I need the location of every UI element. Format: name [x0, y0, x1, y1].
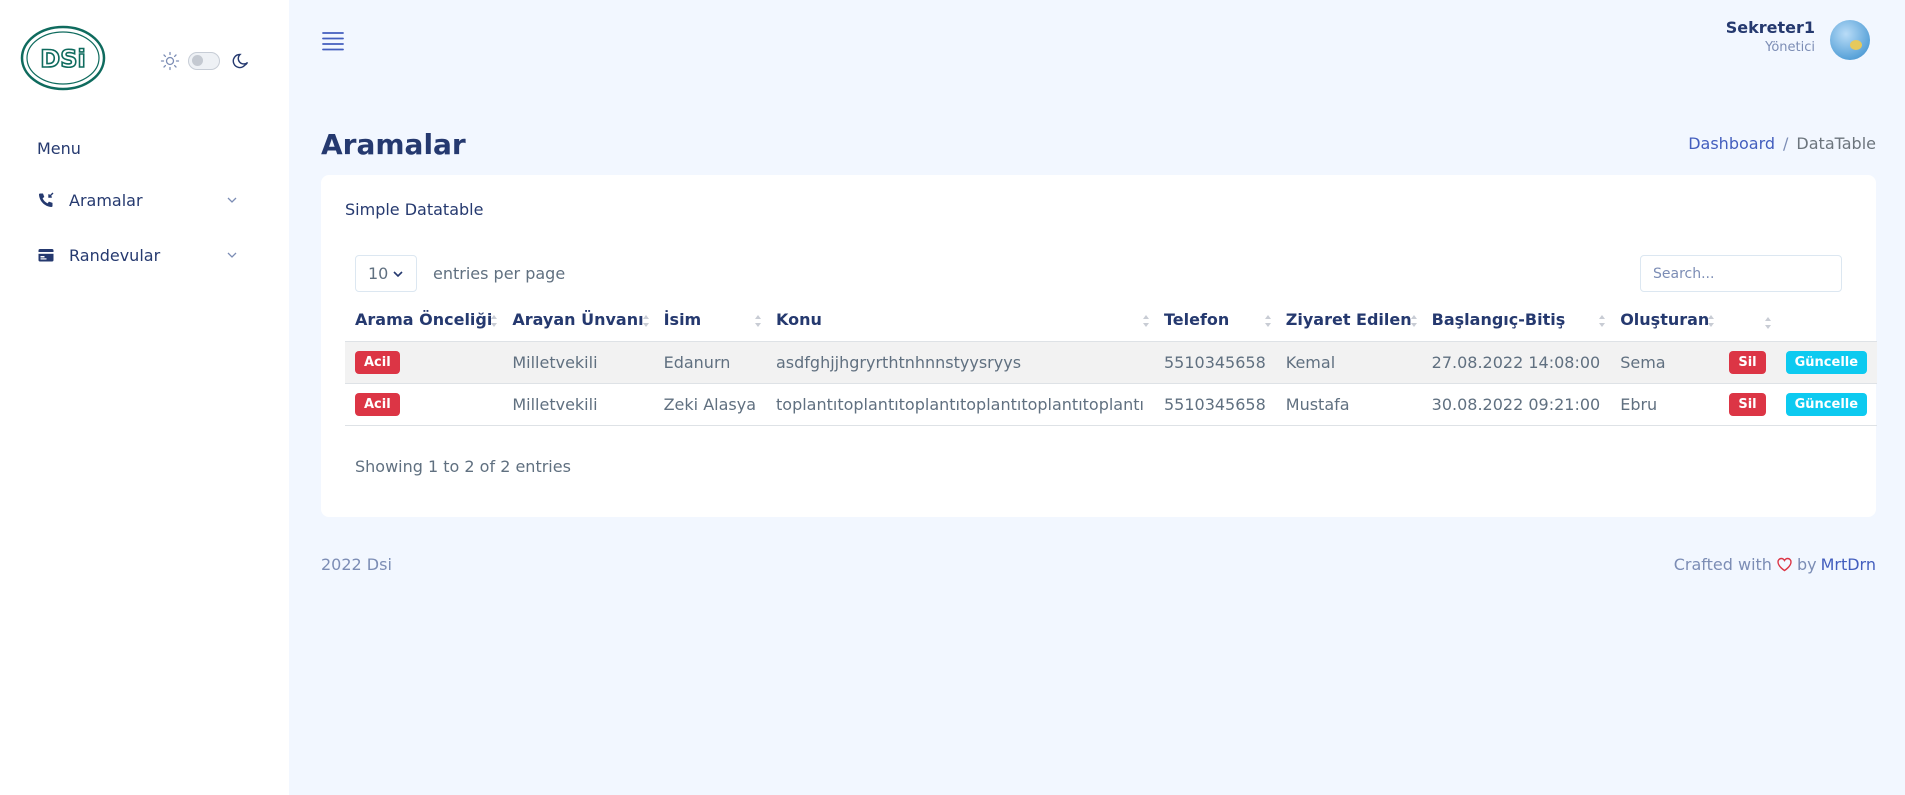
theme-toggle: [160, 51, 250, 71]
sidebar: DSi Menu Aramalar Randevular: [0, 0, 289, 795]
avatar[interactable]: [1830, 20, 1870, 60]
footer-crafted-text: Crafted with: [1673, 555, 1772, 574]
sort-icon: [1764, 317, 1771, 329]
cell-delete: Sil: [1719, 341, 1776, 384]
cell-caller-title: Milletvekili: [502, 383, 654, 426]
table-row: Acil Milletvekili Zeki Alasya toplantıto…: [345, 383, 1878, 426]
cell-delete: Sil: [1719, 383, 1776, 426]
sort-icon: [1142, 315, 1149, 327]
update-button[interactable]: Güncelle: [1785, 350, 1868, 374]
column-header-update: [1775, 299, 1878, 342]
datatable-card: Simple Datatable 10 entries per page Ara…: [321, 175, 1878, 517]
column-header-creator[interactable]: Oluşturan: [1610, 299, 1720, 342]
page-title: Aramalar: [321, 128, 466, 161]
priority-badge: Acil: [355, 350, 400, 374]
column-header-phone[interactable]: Telefon: [1153, 299, 1276, 342]
chevron-down-icon: [227, 197, 237, 203]
breadcrumb-separator: /: [1783, 134, 1789, 153]
entries-per-page: 10 entries per page: [355, 255, 565, 292]
phone-incoming-icon: [39, 192, 54, 207]
author-link[interactable]: MrtDrn: [1821, 555, 1876, 574]
table-header-row: Arama Önceliği Arayan Ünvanı İsim Konu T…: [345, 299, 1878, 342]
data-table: Arama Önceliği Arayan Ünvanı İsim Konu T…: [345, 299, 1878, 426]
sort-icon: [1264, 315, 1271, 327]
cell-start-end: 27.08.2022 14:08:00: [1421, 341, 1611, 384]
column-header-visited[interactable]: Ziyaret Edilen: [1275, 299, 1422, 342]
per-page-select[interactable]: 10: [355, 255, 417, 292]
breadcrumb: Dashboard / DataTable: [1688, 134, 1876, 153]
cell-caller-title: Milletvekili: [502, 341, 654, 384]
delete-button[interactable]: Sil: [1729, 350, 1766, 374]
delete-button[interactable]: Sil: [1729, 392, 1766, 416]
svg-text:DSi: DSi: [40, 45, 85, 73]
user-menu[interactable]: Sekreter1 Yönetici: [1726, 18, 1815, 55]
column-header-caller-title[interactable]: Arayan Ünvanı: [502, 299, 654, 342]
sun-icon: [160, 51, 180, 71]
sidebar-item-aramalar[interactable]: Aramalar: [37, 185, 242, 215]
column-header-actions[interactable]: [1719, 299, 1776, 342]
sort-icon: [642, 315, 649, 327]
chevron-down-icon: [227, 252, 237, 258]
footer-credits: Crafted with by MrtDrn: [1674, 555, 1876, 574]
user-role: Yönetici: [1765, 40, 1815, 55]
cell-start-end: 30.08.2022 09:21:00: [1421, 383, 1611, 426]
sidebar-item-randevular[interactable]: Randevular: [37, 240, 242, 270]
priority-badge: Acil: [355, 392, 400, 416]
column-header-priority[interactable]: Arama Önceliği: [345, 299, 503, 342]
cell-name: Zeki Alasya: [653, 383, 766, 426]
showing-entries-text: Showing 1 to 2 of 2 entries: [355, 457, 571, 476]
dark-mode-switch[interactable]: [188, 52, 220, 70]
column-header-name[interactable]: İsim: [653, 299, 766, 342]
cell-creator: Ebru: [1610, 383, 1720, 426]
cell-update: Güncelle: [1775, 383, 1878, 426]
update-button[interactable]: Güncelle: [1785, 392, 1868, 416]
moon-icon: [232, 53, 249, 69]
sort-icon: [491, 315, 498, 327]
sort-icon: [1410, 315, 1417, 327]
user-name: Sekreter1: [1725, 18, 1815, 37]
calendar-card-icon: [38, 249, 54, 262]
switch-knob: [192, 55, 203, 66]
cell-subject: toplantıtoplantıtoplantıtoplantıtoplantı…: [766, 383, 1154, 426]
cell-visited: Kemal: [1275, 341, 1422, 384]
search-input[interactable]: [1640, 255, 1842, 292]
column-header-subject[interactable]: Konu: [766, 299, 1154, 342]
table-row: Acil Milletvekili Edanurn asdfghjjhgryrt…: [345, 341, 1878, 384]
cell-name: Edanurn: [653, 341, 766, 384]
cell-phone: 5510345658: [1153, 341, 1276, 384]
sidebar-item-label: Randevular: [69, 245, 161, 265]
cell-priority: Acil: [345, 383, 503, 426]
cell-phone: 5510345658: [1153, 383, 1276, 426]
footer-copyright: 2022 Dsi: [321, 555, 392, 574]
cell-priority: Acil: [345, 341, 503, 384]
per-page-label: entries per page: [433, 264, 566, 283]
card-title: Simple Datatable: [345, 200, 484, 219]
cell-creator: Sema: [1610, 341, 1720, 384]
heart-icon: [1777, 557, 1792, 572]
dsi-logo[interactable]: DSi: [20, 25, 106, 91]
cell-update: Güncelle: [1775, 341, 1878, 384]
hamburger-menu-icon[interactable]: [321, 30, 345, 52]
sort-icon: [1708, 315, 1715, 327]
column-header-start-end[interactable]: Başlangıç-Bitiş: [1421, 299, 1611, 342]
footer-by-text: by: [1796, 555, 1817, 574]
sort-icon: [755, 315, 761, 327]
cell-visited: Mustafa: [1275, 383, 1422, 426]
avatar-image: [1850, 40, 1862, 50]
breadcrumb-dashboard-link[interactable]: Dashboard: [1688, 134, 1775, 153]
per-page-value: 10: [368, 264, 389, 283]
sidebar-item-label: Aramalar: [69, 190, 143, 210]
chevron-down-icon: [393, 270, 403, 277]
breadcrumb-current: DataTable: [1796, 134, 1876, 153]
menu-title: Menu: [37, 139, 81, 158]
cell-subject: asdfghjjhgryrthtnhnnstyysryys: [766, 341, 1154, 384]
sort-icon: [1599, 315, 1606, 327]
